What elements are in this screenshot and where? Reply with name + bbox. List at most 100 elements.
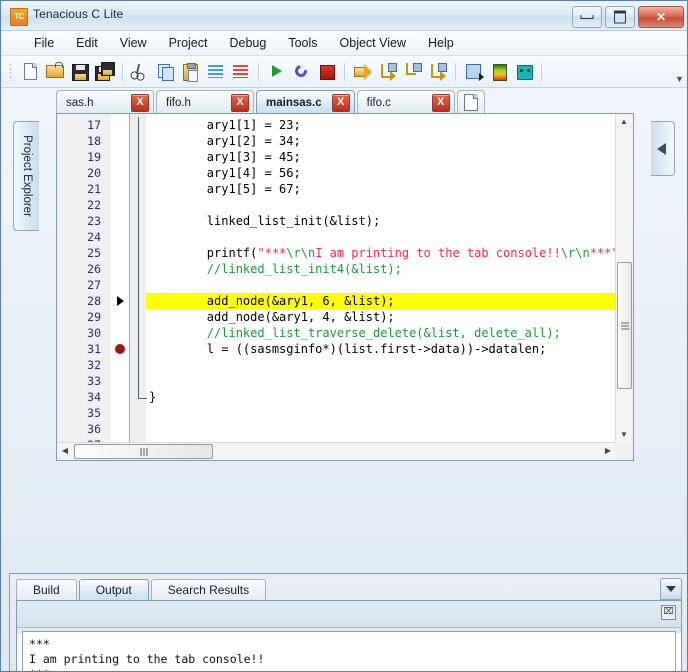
scroll-grip-icon — [620, 322, 629, 329]
maximize-button[interactable] — [605, 6, 635, 28]
line-number: 26 — [87, 262, 101, 276]
line-number: 30 — [87, 326, 101, 340]
scroll-right-arrow[interactable]: ▶ — [600, 443, 616, 459]
editor-horizontal-scrollbar[interactable]: ◀ ▶ — [57, 442, 616, 460]
menu-item-view[interactable]: View — [109, 33, 158, 53]
step-over-icon[interactable] — [376, 60, 399, 83]
project-explorer-label: Project Explorer — [20, 135, 33, 217]
editor-tab-mainsas-c[interactable]: mainsas.c X — [256, 90, 355, 114]
console-output-text[interactable]: *** I am printing to the tab console!! *… — [22, 631, 676, 671]
close-button[interactable]: ✕ — [638, 6, 684, 28]
editor-tab-strip: sas.h X fifo.h X mainsas.c X fifo.c X — [56, 89, 487, 114]
client-area: Project Explorer sas.h X fifo.h X mainsa… — [5, 89, 687, 671]
menu-item-debug[interactable]: Debug — [218, 33, 277, 53]
indent-lines-icon[interactable] — [204, 60, 227, 83]
code-line[interactable]: 36 — [57, 421, 616, 437]
code-text: linked_list_init(&list); — [206, 214, 381, 228]
line-number: 27 — [87, 278, 101, 292]
horizontal-scroll-thumb[interactable] — [74, 444, 213, 459]
window-controls: ✕ — [572, 6, 684, 28]
line-number: 17 — [87, 118, 101, 132]
minimize-button[interactable] — [572, 6, 602, 28]
editor-tab-label: fifo.c — [366, 96, 391, 109]
editor-tab-fifo-h[interactable]: fifo.h X — [156, 90, 254, 114]
toolbar: ▼ — [1, 56, 687, 88]
line-number: 19 — [87, 150, 101, 164]
scroll-left-arrow[interactable]: ◀ — [57, 443, 73, 459]
environment-icon[interactable] — [462, 60, 485, 83]
editor-tab-sas-h[interactable]: sas.h X — [56, 90, 154, 114]
menu-item-tools[interactable]: Tools — [277, 33, 328, 53]
window-title: Tenacious C Lite — [33, 7, 124, 21]
code-text: ary1[1] = 23; — [206, 118, 301, 132]
toolbar-overflow-button[interactable]: ▼ — [674, 60, 685, 84]
step-out-icon[interactable] — [426, 60, 449, 83]
save-all-icon[interactable] — [93, 60, 116, 83]
new-document-tab[interactable] — [456, 90, 485, 114]
toolbar-separator — [541, 62, 542, 81]
tab-output[interactable]: Output — [78, 579, 149, 601]
stop-icon[interactable] — [315, 60, 338, 83]
line-number: 23 — [87, 214, 101, 228]
toolbar-separator — [344, 62, 345, 81]
editor-tab-label: sas.h — [66, 96, 94, 109]
line-number: 25 — [87, 246, 101, 260]
gradient-icon[interactable] — [487, 60, 510, 83]
code-text: ary1[3] = 45; — [206, 150, 301, 164]
line-number: 36 — [87, 422, 101, 436]
toolbar-separator — [258, 62, 259, 81]
tab-search-results[interactable]: Search Results — [150, 579, 267, 601]
cut-scissors-icon[interactable] — [129, 60, 152, 83]
console-close-icon[interactable]: ⌧ — [661, 605, 676, 620]
step-into-icon[interactable] — [401, 60, 424, 83]
toolbar-grip[interactable] — [9, 62, 12, 81]
close-icon[interactable]: X — [131, 93, 149, 112]
code-editor[interactable]: 17 ary1[1] = 23; 18 ary1[2] = 34; 19 ary1[… — [57, 114, 616, 443]
panel-splitter[interactable] — [9, 563, 687, 571]
code-fold-bracket — [138, 117, 147, 399]
restart-icon[interactable] — [290, 60, 313, 83]
paste-clipboard-icon[interactable] — [179, 60, 202, 83]
editor-panel: sas.h X fifo.h X mainsas.c X fifo.c X 17… — [46, 89, 640, 473]
code-line[interactable]: 35 — [57, 405, 616, 421]
line-number: 28 — [87, 294, 101, 308]
code-text: printf("***\r\nI am printing to the tab … — [206, 246, 616, 260]
menu-item-project[interactable]: Project — [158, 33, 219, 53]
scroll-down-arrow[interactable]: ▼ — [616, 427, 632, 443]
editor-tab-fifo-c[interactable]: fifo.c X — [356, 90, 455, 114]
output-panel-dropdown-button[interactable] — [660, 578, 682, 600]
run-play-icon[interactable] — [265, 60, 288, 83]
comment-lines-icon[interactable] — [229, 60, 252, 83]
menu-item-object-view[interactable]: Object View — [329, 33, 417, 53]
menu-item-help[interactable]: Help — [417, 33, 465, 53]
menu-item-edit[interactable]: Edit — [65, 33, 109, 53]
code-text: //linked_list_traverse_delete(&list, del… — [206, 326, 561, 340]
menu-item-file[interactable]: File — [23, 33, 65, 53]
continue-arrow-icon[interactable] — [351, 60, 374, 83]
copy-icon[interactable] — [154, 60, 177, 83]
save-icon[interactable] — [68, 60, 91, 83]
line-number: 22 — [87, 198, 101, 212]
close-icon[interactable]: X — [331, 93, 350, 112]
code-text: ary1[2] = 34; — [206, 134, 301, 148]
line-number: 21 — [87, 182, 101, 196]
project-explorer-strip: Project Explorer — [13, 121, 39, 231]
tab-build[interactable]: Build — [16, 579, 77, 601]
scroll-up-arrow[interactable]: ▲ — [616, 114, 632, 130]
console-frame: ⌧ *** I am printing to the tab console!!… — [16, 600, 682, 671]
close-icon[interactable]: X — [231, 93, 249, 112]
close-icon[interactable]: X — [431, 93, 450, 112]
scrollbar-corner — [616, 443, 633, 460]
chevron-down-icon — [666, 586, 676, 592]
vertical-scroll-thumb[interactable] — [617, 262, 632, 389]
code-text: } — [149, 390, 157, 404]
editor-vertical-scrollbar[interactable]: ▲ ▼ — [615, 114, 633, 443]
line-number: 35 — [87, 406, 101, 420]
sidebar-item-project-explorer[interactable]: Project Explorer — [13, 121, 39, 231]
breakpoint-icon[interactable] — [113, 341, 127, 357]
new-file-icon[interactable] — [18, 60, 41, 83]
open-folder-icon[interactable] — [43, 60, 66, 83]
console-icon[interactable] — [512, 60, 535, 83]
console-toolbar — [17, 601, 681, 628]
right-panel-collapse-button[interactable] — [651, 121, 675, 176]
